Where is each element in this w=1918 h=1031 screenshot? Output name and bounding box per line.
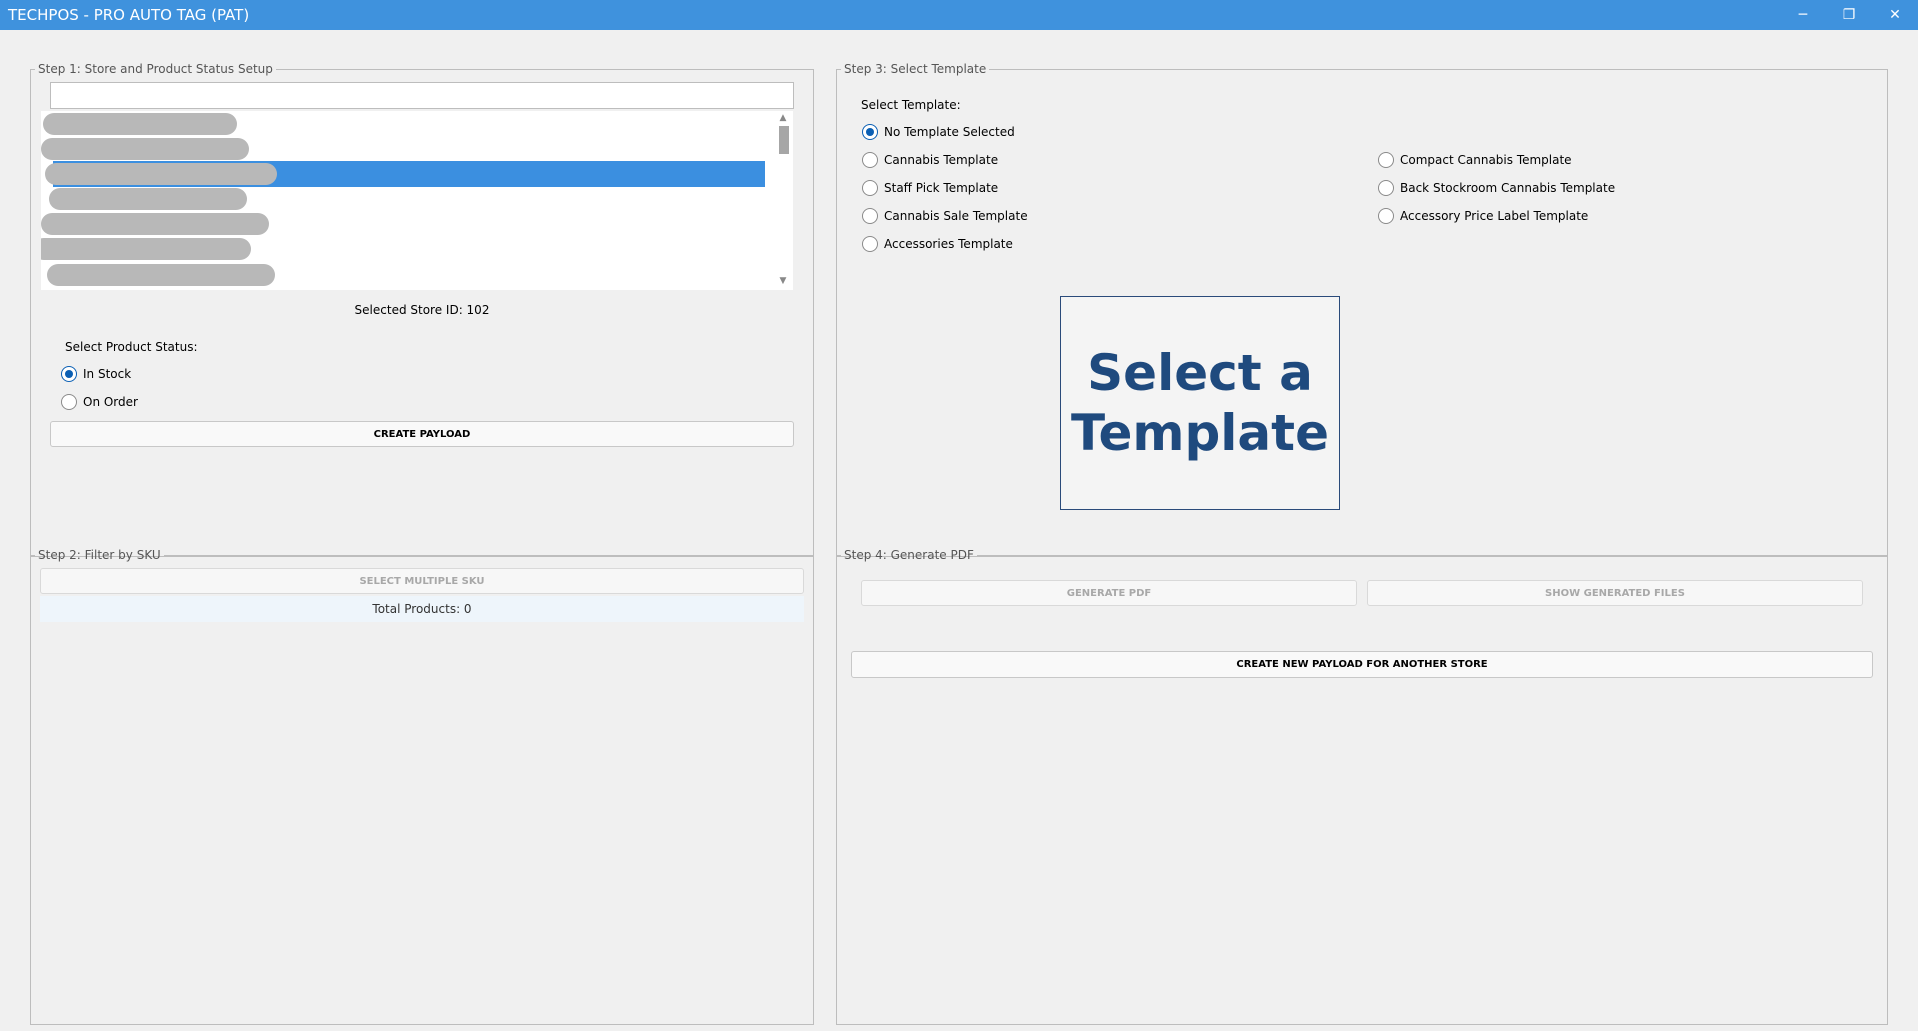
radio-on-order[interactable]: On Order [61,392,138,412]
radio-unchecked-icon[interactable] [61,394,77,410]
create-payload-button[interactable]: CREATE PAYLOAD [50,421,794,447]
radio-checked-icon[interactable] [61,366,77,382]
radio-unchecked-icon[interactable] [862,236,878,252]
show-generated-files-button[interactable]: SHOW GENERATED FILES [1367,580,1863,606]
step3-legend: Step 3: Select Template [844,62,987,76]
radio-unchecked-icon[interactable] [1378,180,1394,196]
selected-store-label: Selected Store ID: 102 [354,303,490,317]
window-title: TECHPOS - PRO AUTO TAG (PAT) [8,6,250,24]
radio-label: Staff Pick Template [884,181,999,195]
radio-label: Back Stockroom Cannabis Template [1400,181,1616,195]
redacted-text [41,238,251,260]
radio-label: In Stock [83,367,132,381]
product-status-label: Select Product Status: [65,340,198,354]
select-template-label: Select Template: [861,98,961,112]
create-new-payload-button[interactable]: CREATE NEW PAYLOAD FOR ANOTHER STORE [851,651,1873,678]
scroll-up-icon[interactable]: ▲ [777,112,789,124]
radio-label: On Order [83,395,138,409]
redacted-text [49,188,247,210]
preview-line-2: Template [1071,404,1329,462]
radio-compact-cannabis-template[interactable]: Compact Cannabis Template [1378,150,1572,170]
radio-label: Cannabis Sale Template [884,209,1028,223]
title-bar: TECHPOS - PRO AUTO TAG (PAT) ─ ❐ ✕ [0,0,1918,30]
redacted-text [43,113,237,135]
radio-unchecked-icon[interactable] [862,180,878,196]
list-item[interactable] [41,186,781,212]
radio-label: No Template Selected [884,125,1015,139]
step4-legend: Step 4: Generate PDF [844,548,974,562]
radio-unchecked-icon[interactable] [862,152,878,168]
radio-label: Compact Cannabis Template [1400,153,1572,167]
redacted-text [41,213,269,235]
list-item[interactable] [41,236,781,262]
radio-label: Accessories Template [884,237,1013,251]
radio-cannabis-sale-template[interactable]: Cannabis Sale Template [862,206,1028,226]
radio-checked-icon[interactable] [862,124,878,140]
restore-icon[interactable]: ❐ [1826,0,1872,30]
redacted-text [45,163,277,185]
radio-back-stockroom-template[interactable]: Back Stockroom Cannabis Template [1378,178,1615,198]
radio-staff-pick-template[interactable]: Staff Pick Template [862,178,998,198]
radio-label: Cannabis Template [884,153,999,167]
radio-cannabis-template[interactable]: Cannabis Template [862,150,998,170]
list-item[interactable] [41,262,781,288]
generate-pdf-button[interactable]: GENERATE PDF [861,580,1357,606]
radio-accessories-template[interactable]: Accessories Template [862,234,1013,254]
radio-no-template[interactable]: No Template Selected [862,122,1015,142]
store-list[interactable]: ▲ ▼ [41,111,793,290]
radio-in-stock[interactable]: In Stock [61,364,131,384]
list-item[interactable] [41,111,781,137]
redacted-text [41,138,249,160]
scroll-down-icon[interactable]: ▼ [777,275,789,287]
list-item[interactable] [41,136,781,162]
radio-unchecked-icon[interactable] [1378,208,1394,224]
step1-legend: Step 1: Store and Product Status Setup [38,62,273,76]
redacted-text [47,264,275,286]
radio-accessory-price-label-template[interactable]: Accessory Price Label Template [1378,206,1588,226]
select-multiple-sku-button[interactable]: SELECT MULTIPLE SKU [40,568,804,594]
preview-line-1: Select a [1087,344,1313,402]
template-preview: Select a Template [1060,296,1340,510]
store-search-input[interactable] [50,82,794,109]
radio-unchecked-icon[interactable] [862,208,878,224]
step4-group: Step 4: Generate PDF [836,548,1888,1025]
radio-unchecked-icon[interactable] [1378,152,1394,168]
step2-legend: Step 2: Filter by SKU [38,548,161,562]
close-icon[interactable]: ✕ [1872,0,1918,30]
total-products-label: Total Products: 0 [40,596,804,622]
radio-label: Accessory Price Label Template [1400,209,1589,223]
list-item[interactable] [41,211,781,237]
scroll-thumb[interactable] [779,126,789,154]
minimize-icon[interactable]: ─ [1780,0,1826,30]
